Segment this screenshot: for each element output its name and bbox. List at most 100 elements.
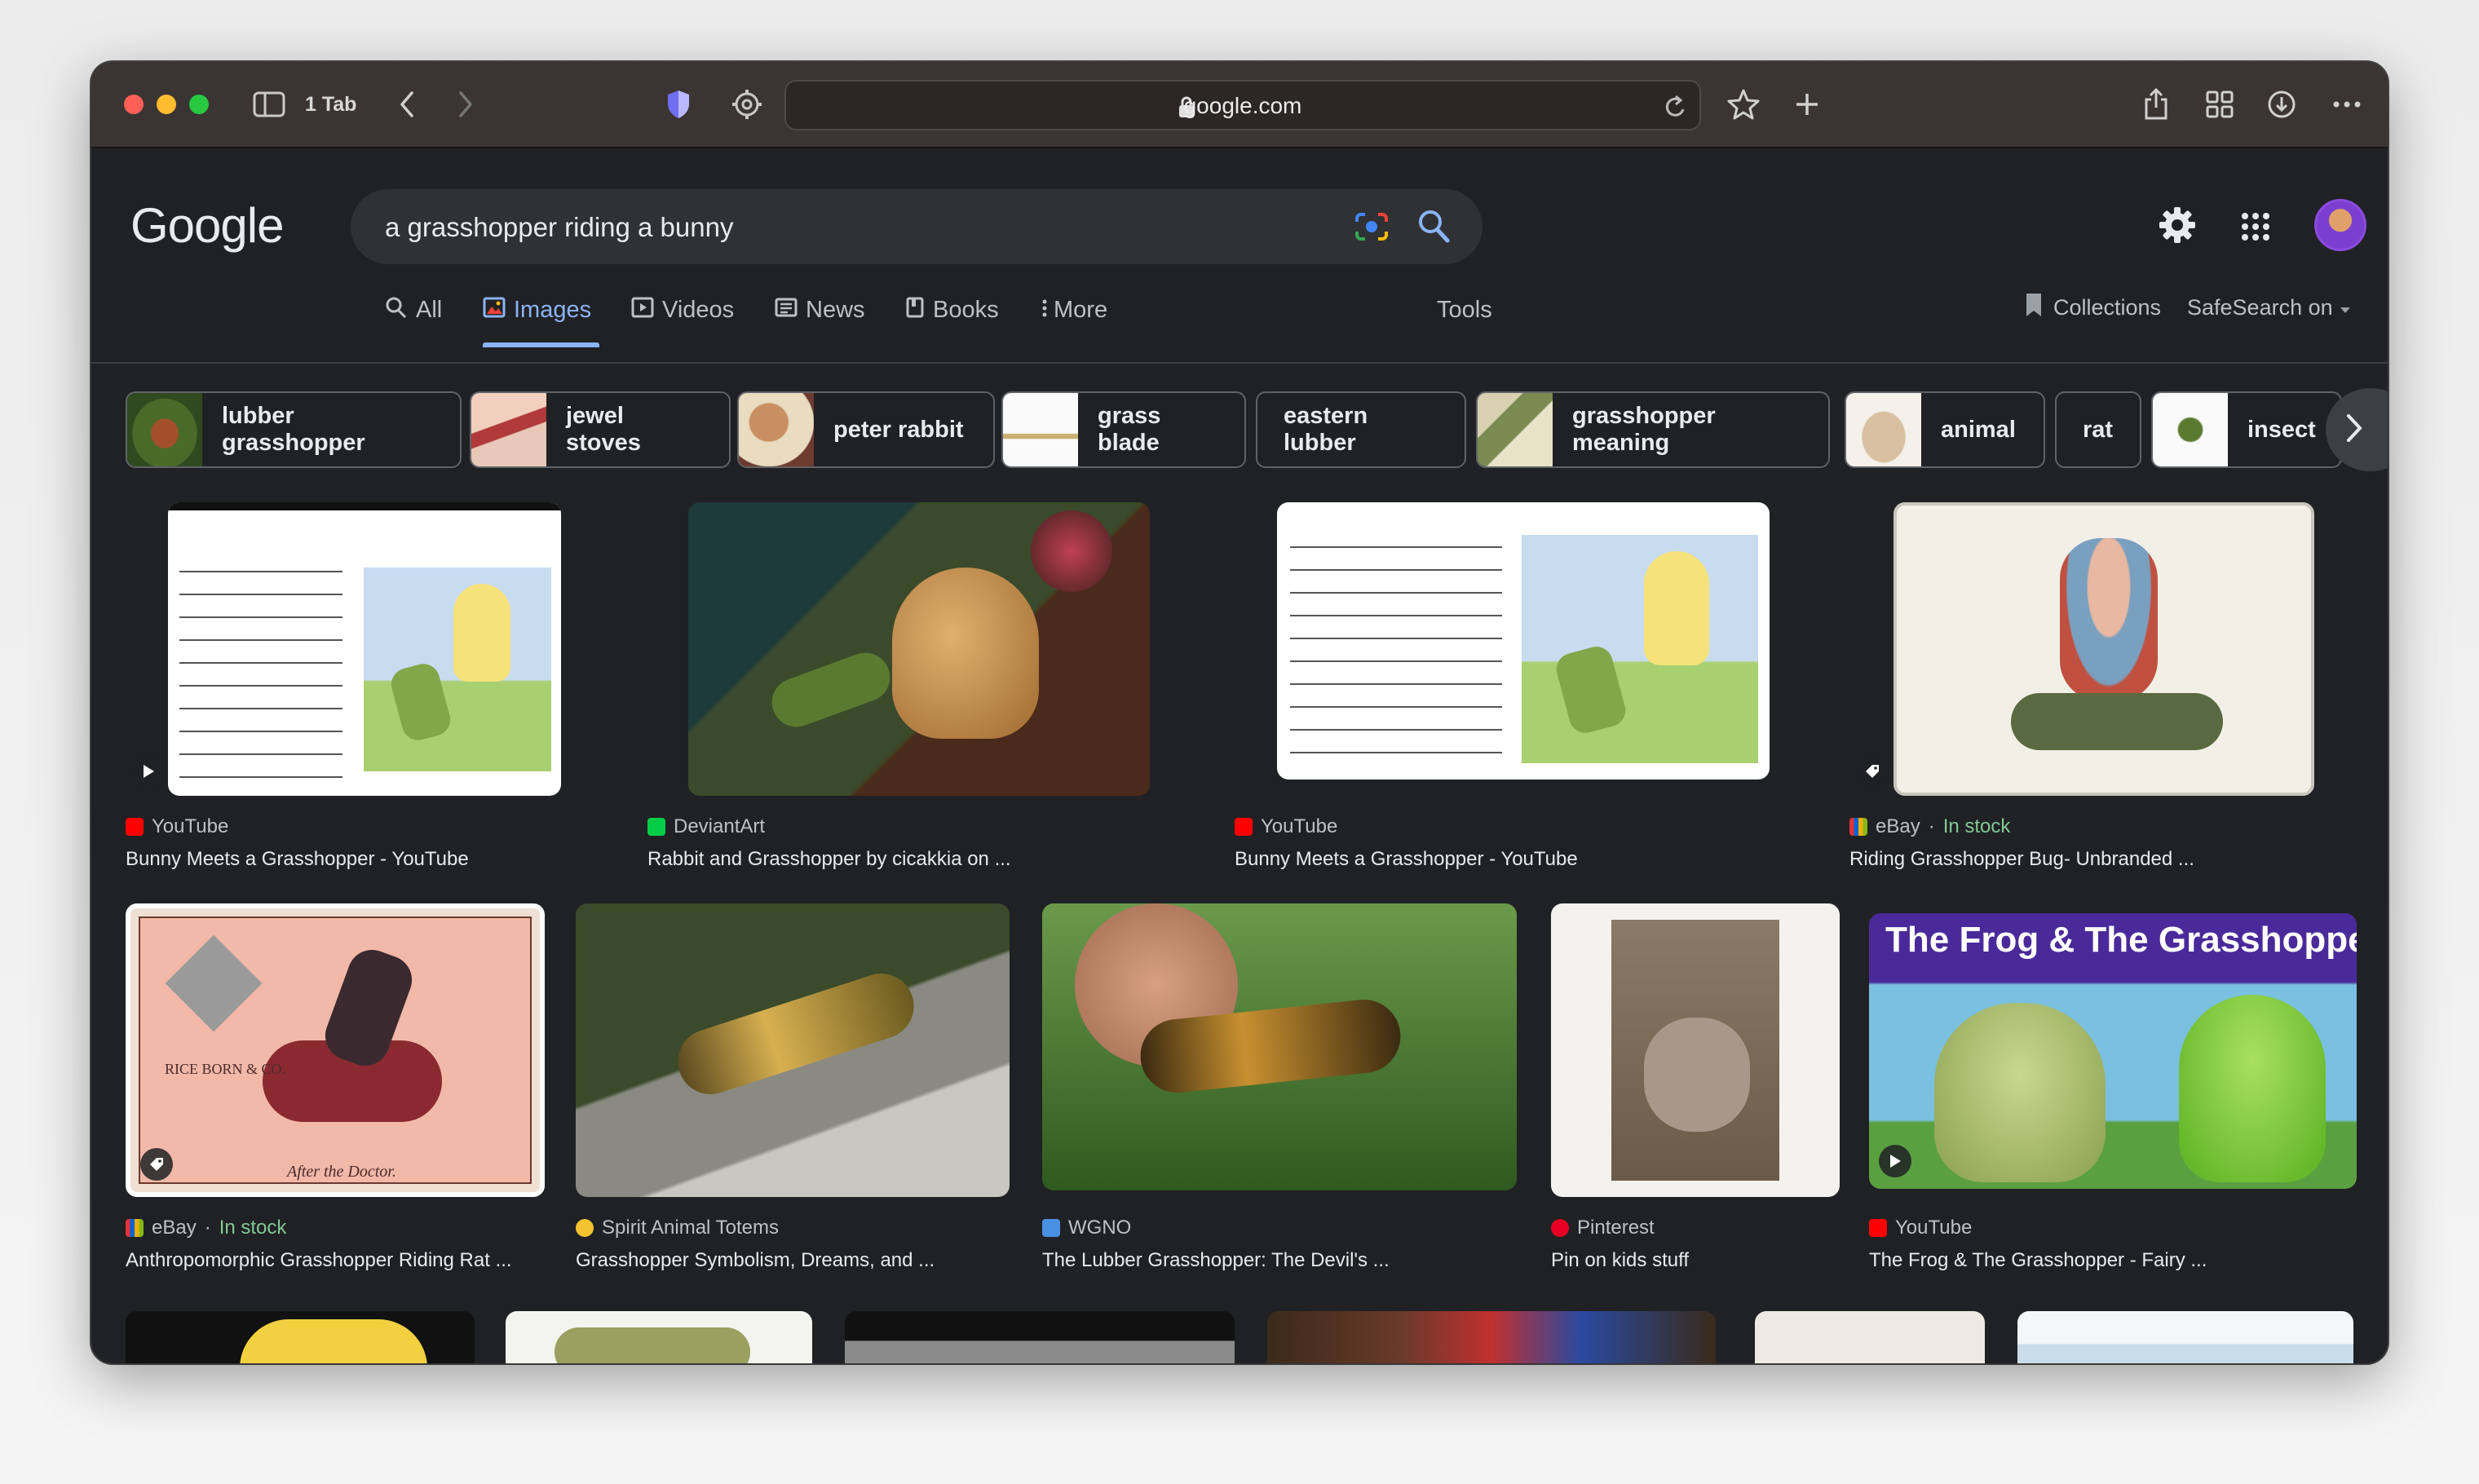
result-source[interactable]: WGNO xyxy=(1042,1217,1131,1239)
gear-extension-icon[interactable] xyxy=(729,86,765,122)
result-image[interactable] xyxy=(506,1311,812,1363)
result-title[interactable]: The Lubber Grasshopper: The Devil's ... xyxy=(1042,1249,1390,1272)
source-name: Pinterest xyxy=(1577,1217,1655,1239)
share-icon[interactable] xyxy=(2140,86,2172,122)
safesearch-label: SafeSearch on xyxy=(2187,295,2333,320)
tab-images[interactable]: Images xyxy=(483,290,600,347)
result-title[interactable]: Pin on kids stuff xyxy=(1551,1249,1689,1272)
address-bar[interactable]: google.com xyxy=(784,80,1701,130)
close-window-button[interactable] xyxy=(124,95,144,114)
new-tab-icon[interactable] xyxy=(1791,86,1823,122)
account-avatar[interactable] xyxy=(2314,199,2366,251)
result-card[interactable]: Spirit Animal Totems Grasshopper Symboli… xyxy=(576,903,1016,1279)
downloads-icon[interactable] xyxy=(2265,86,2298,122)
result-card[interactable]: The Frog & The Grasshopper YouTube The F… xyxy=(1869,903,2375,1279)
chip-label: rat xyxy=(2083,416,2114,443)
result-title[interactable]: Rabbit and Grasshopper by cicakkia on ..… xyxy=(647,848,1011,871)
collections-link[interactable]: Collections xyxy=(2024,292,2161,324)
result-image[interactable] xyxy=(845,1311,1235,1363)
result-title[interactable]: Bunny Meets a Grasshopper - YouTube xyxy=(126,848,469,871)
youtube-favicon-icon xyxy=(126,818,144,836)
sidebar-toggle-icon[interactable] xyxy=(251,86,287,122)
back-icon[interactable] xyxy=(395,86,419,122)
source-name: eBay xyxy=(152,1217,197,1239)
result-card[interactable]: eBay · In stock Riding Grasshopper Bug- … xyxy=(1849,502,2355,926)
result-title[interactable]: Riding Grasshopper Bug- Unbranded ... xyxy=(1849,848,2194,871)
chip-animal[interactable]: animal xyxy=(1845,391,2045,468)
result-card[interactable]: Pinterest Pin on kids stuff xyxy=(1551,903,1861,1279)
result-source[interactable]: eBay · In stock xyxy=(1849,815,2010,838)
shield-icon[interactable] xyxy=(662,86,695,122)
result-title[interactable]: Bunny Meets a Grasshopper - YouTube xyxy=(1235,848,1578,871)
reload-icon[interactable] xyxy=(1664,93,1688,125)
zoom-window-button[interactable] xyxy=(189,95,209,114)
result-image[interactable] xyxy=(1893,502,2314,796)
source-name: YouTube xyxy=(1895,1217,1973,1239)
google-logo[interactable]: Google xyxy=(130,197,284,254)
result-image[interactable] xyxy=(688,502,1150,796)
result-image[interactable] xyxy=(168,502,561,796)
chip-peter-rabbit[interactable]: peter rabbit xyxy=(737,391,995,468)
result-title[interactable]: The Frog & The Grasshopper - Fairy ... xyxy=(1869,1249,2207,1272)
ebay-favicon-icon xyxy=(1849,818,1867,836)
result-source[interactable]: DeviantArt xyxy=(647,815,765,838)
browser-toolbar: 1 Tab google.com xyxy=(91,62,2388,148)
search-box[interactable]: a grasshopper riding a bunny xyxy=(351,189,1483,264)
result-source[interactable]: Pinterest xyxy=(1551,1217,1655,1239)
search-icon[interactable] xyxy=(1417,209,1450,247)
result-image[interactable]: The Frog & The Grasshopper xyxy=(1869,913,2357,1189)
result-card[interactable]: RICE BORN & CO. After the Doctor. eBay ·… xyxy=(126,903,550,1279)
tab-tools[interactable]: Tools xyxy=(1437,290,1492,347)
result-image[interactable] xyxy=(126,1311,475,1363)
collections-label: Collections xyxy=(2053,295,2162,320)
result-image[interactable] xyxy=(1277,502,1770,780)
wgno-favicon-icon xyxy=(1042,1219,1060,1237)
chip-grass-blade[interactable]: grass blade xyxy=(1001,391,1246,468)
result-title[interactable]: Anthropomorphic Grasshopper Riding Rat .… xyxy=(126,1249,512,1272)
result-image[interactable]: RICE BORN & CO. After the Doctor. xyxy=(126,903,545,1197)
bookmark-star-icon[interactable] xyxy=(1726,86,1761,122)
tab-count-label[interactable]: 1 Tab xyxy=(305,93,356,117)
result-title[interactable]: Grasshopper Symbolism, Dreams, and ... xyxy=(576,1249,935,1272)
tab-overview-icon[interactable] xyxy=(2203,86,2236,122)
result-card[interactable]: WGNO The Lubber Grasshopper: The Devil's… xyxy=(1042,903,1531,1279)
result-source[interactable]: eBay · In stock xyxy=(126,1217,286,1239)
result-card[interactable]: DeviantArt Rabbit and Grasshopper by cic… xyxy=(647,502,1186,926)
tab-label: More xyxy=(1054,297,1108,323)
more-options-icon[interactable] xyxy=(2329,86,2365,122)
result-image[interactable] xyxy=(576,903,1010,1197)
safesearch-menu[interactable]: SafeSearch on xyxy=(2187,295,2352,320)
book-text-lines xyxy=(179,559,342,780)
chip-lubber-grasshopper[interactable]: lubber grasshopper xyxy=(126,391,462,468)
tab-news[interactable]: News xyxy=(775,290,865,347)
result-image[interactable] xyxy=(1267,1311,1716,1363)
result-image[interactable] xyxy=(2017,1311,2353,1363)
result-source[interactable]: YouTube xyxy=(1869,1217,1972,1239)
result-image[interactable] xyxy=(1551,903,1840,1197)
chip-thumbnail xyxy=(127,393,202,466)
chip-rat[interactable]: rat xyxy=(2055,391,2141,468)
settings-gear-icon[interactable] xyxy=(2158,205,2197,249)
result-image[interactable] xyxy=(1755,1311,1985,1363)
chip-eastern-lubber[interactable]: eastern lubber xyxy=(1256,391,1466,468)
search-input[interactable]: a grasshopper riding a bunny xyxy=(385,212,733,243)
result-card[interactable]: YouTube Bunny Meets a Grasshopper - YouT… xyxy=(126,502,615,926)
source-name: eBay xyxy=(1876,815,1920,837)
result-source[interactable]: YouTube xyxy=(126,815,228,838)
forward-icon[interactable] xyxy=(453,86,478,122)
chip-insect[interactable]: insect xyxy=(2151,391,2342,468)
chip-jewel-stoves[interactable]: jewel stoves xyxy=(470,391,731,468)
minimize-window-button[interactable] xyxy=(157,95,176,114)
tab-books[interactable]: Books xyxy=(905,290,999,347)
caret-down-icon xyxy=(2339,295,2352,320)
camera-lens-icon[interactable] xyxy=(1354,210,1390,247)
result-card[interactable]: YouTube Bunny Meets a Grasshopper - YouT… xyxy=(1235,502,1805,926)
result-image[interactable] xyxy=(1042,903,1517,1190)
result-source[interactable]: Spirit Animal Totems xyxy=(576,1217,779,1239)
google-apps-icon[interactable] xyxy=(2241,212,2270,245)
tab-videos[interactable]: Videos xyxy=(631,290,734,347)
result-source[interactable]: YouTube xyxy=(1235,815,1337,838)
tab-more[interactable]: More xyxy=(1041,290,1107,347)
tab-all[interactable]: All xyxy=(385,290,442,347)
chip-grasshopper-meaning[interactable]: grasshopper meaning xyxy=(1476,391,1830,468)
